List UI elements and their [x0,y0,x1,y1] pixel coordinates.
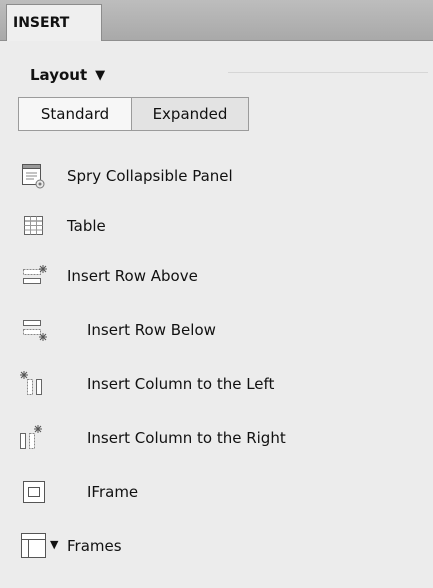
category-label: Layout [30,66,88,84]
item-label: Insert Row Below [87,321,216,339]
insert-column-left-icon [20,371,42,395]
insert-item-row-below[interactable]: Insert Row Below [0,310,433,350]
insert-item-frames[interactable]: ▼ Frames [0,526,433,566]
insert-tab[interactable]: INSERT [6,4,102,41]
spry-collapsible-panel-icon [22,164,45,189]
insert-item-spry-collapsible-panel[interactable]: Spry Collapsible Panel [0,156,433,196]
iframe-icon [23,481,45,503]
item-label: Table [67,217,106,235]
insert-row-above-icon [23,265,47,284]
category-dropdown[interactable]: Layout ▼ [30,66,105,84]
insert-item-table[interactable]: Table [0,206,433,246]
insert-row-below-icon [23,320,47,341]
item-label: IFrame [87,483,139,501]
item-label: Insert Column to the Left [87,375,275,393]
item-label: Frames [67,537,122,555]
insert-item-row-above[interactable]: Insert Row Above [0,256,433,296]
item-label: Spry Collapsible Panel [67,167,233,185]
dropdown-caret-icon: ▼ [95,67,106,83]
view-toggle: Standard Expanded [18,97,249,131]
insert-item-iframe[interactable]: IFrame [0,472,433,512]
category-divider [228,72,428,73]
insert-column-right-icon [20,425,42,449]
insert-item-column-right[interactable]: Insert Column to the Right [0,418,433,458]
table-icon [24,216,43,235]
item-label: Insert Row Above [67,267,198,285]
panel-tab-bar: INSERT [0,0,433,41]
expanded-button[interactable]: Expanded [132,98,248,130]
standard-button[interactable]: Standard [19,98,132,130]
insert-item-column-left[interactable]: Insert Column to the Left [0,364,433,404]
frames-dropdown-caret-icon[interactable]: ▼ [50,538,58,551]
frames-icon [21,533,46,558]
item-label: Insert Column to the Right [87,429,286,447]
